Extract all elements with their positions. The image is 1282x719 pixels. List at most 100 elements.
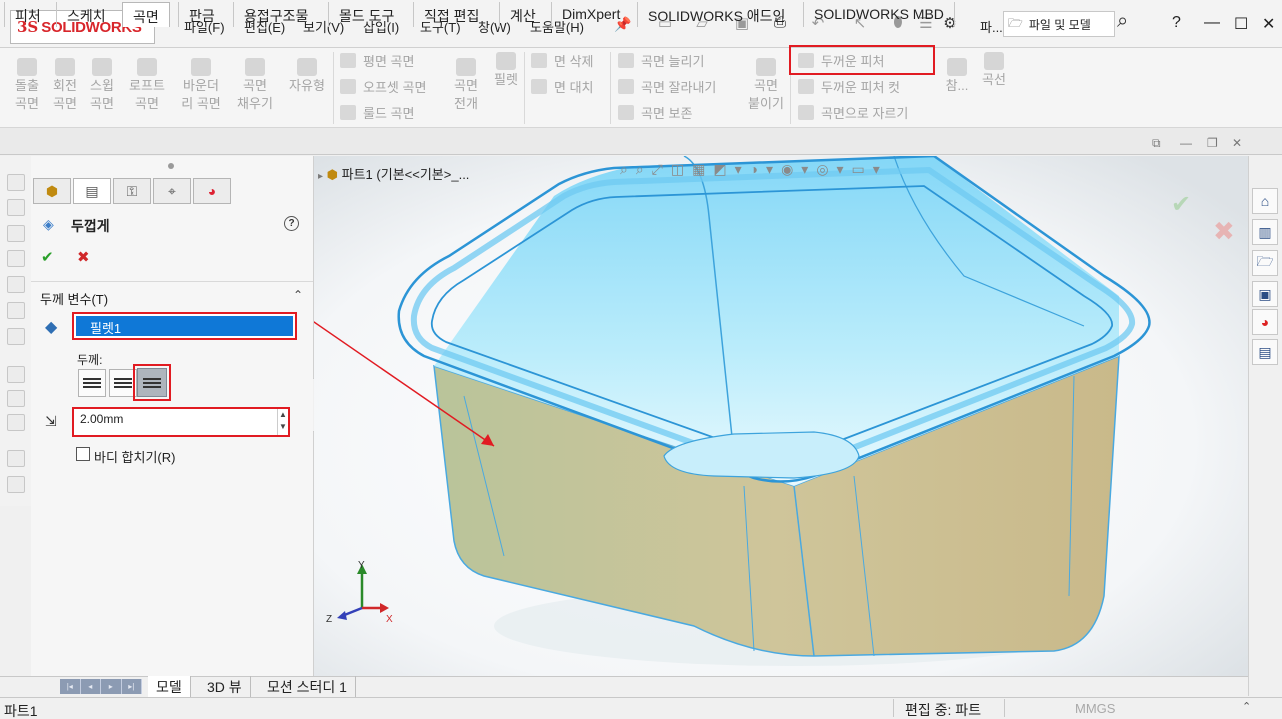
revolved-surface-button[interactable]: 회전 곡면 bbox=[47, 58, 83, 113]
thickness-spinner[interactable]: ▲ ▼ bbox=[277, 409, 288, 435]
first-tab-icon[interactable]: |◂ bbox=[60, 679, 81, 694]
tab-solidworks-mbd[interactable]: SOLIDWORKS MBD bbox=[803, 2, 955, 27]
flatten-surface-button[interactable]: 곡면 전개 bbox=[446, 58, 486, 113]
next-tab-icon[interactable]: ▸ bbox=[101, 679, 122, 694]
custom-properties-icon[interactable]: ▤ bbox=[1252, 339, 1278, 365]
replace-face-button[interactable]: 면 대치 bbox=[531, 75, 594, 97]
tab-motion-study[interactable]: 모션 스터디 1 bbox=[259, 676, 356, 697]
design-library-icon[interactable]: ▥ bbox=[1252, 219, 1278, 245]
trim-surface-button[interactable]: 곡면 잘라내기 bbox=[618, 75, 716, 97]
close-icon[interactable]: ✕ bbox=[1262, 14, 1275, 34]
section-label[interactable]: 두께 변수(T) bbox=[40, 289, 108, 308]
strip-tool-icon[interactable] bbox=[7, 225, 25, 242]
tab-features[interactable]: 피처 bbox=[4, 2, 51, 27]
fillet-button[interactable]: 필렛 bbox=[490, 52, 522, 89]
strip-tool-icon[interactable] bbox=[7, 414, 25, 431]
strip-tool-icon[interactable] bbox=[7, 276, 25, 293]
confirm-ok-icon[interactable]: ✔ bbox=[1171, 190, 1191, 219]
lofted-surface-button[interactable]: 로프트 곡면 bbox=[124, 58, 170, 113]
strip-tool-icon[interactable] bbox=[7, 476, 25, 493]
tab-surfaces[interactable]: 곡면 bbox=[122, 2, 170, 27]
configuration-manager-tab-icon[interactable]: ⚿ bbox=[113, 178, 151, 204]
last-tab-icon[interactable]: ▸| bbox=[122, 679, 142, 694]
units-selector[interactable]: MMGS bbox=[1075, 701, 1115, 716]
thicken-side-1-button[interactable] bbox=[78, 369, 106, 397]
tab-mold-tools[interactable]: 몰드 도구 bbox=[328, 2, 404, 27]
expand-arrow-icon[interactable]: ▸ bbox=[318, 171, 323, 182]
tab-model[interactable]: 모델 bbox=[148, 676, 191, 697]
strip-tool-icon[interactable] bbox=[7, 250, 25, 267]
thicken-button[interactable]: 두꺼운 피처 bbox=[798, 49, 884, 71]
extend-surface-button[interactable]: 곡면 늘리기 bbox=[618, 49, 704, 71]
search-placeholder: 파일 및 모델 bbox=[1028, 17, 1091, 32]
help-menu-button[interactable]: ? bbox=[1172, 14, 1181, 32]
selected-surface[interactable]: 필렛1 bbox=[76, 316, 293, 336]
thickness-input[interactable]: 2.00mm bbox=[72, 407, 290, 437]
heads-up-view-toolbar[interactable]: ⌕⌕⤢◫▦◩▾◑▾◉▾◎▾▭▾ bbox=[620, 161, 888, 178]
offset-surface-button[interactable]: 오프셋 곡면 bbox=[340, 75, 426, 97]
freeform-button[interactable]: 자유형 bbox=[284, 58, 330, 95]
knit-surface-button[interactable]: 곡면 붙이기 bbox=[742, 58, 790, 113]
home-icon[interactable]: ⌂ bbox=[1252, 188, 1278, 214]
panel-grip[interactable] bbox=[168, 163, 174, 169]
ok-button[interactable]: ✔ bbox=[41, 248, 54, 266]
view-palette-icon[interactable]: ▣ bbox=[1252, 281, 1278, 307]
property-manager-tab-icon[interactable]: ▤ bbox=[73, 178, 111, 204]
strip-tool-icon[interactable] bbox=[7, 199, 25, 216]
search-icon[interactable]: ⌕ bbox=[1117, 10, 1128, 33]
swept-surface-button[interactable]: 스윕 곡면 bbox=[84, 58, 120, 113]
boundary-surface-button[interactable]: 바운더 리 곡면 bbox=[176, 58, 226, 113]
maximize-icon[interactable]: ☐ bbox=[1234, 14, 1248, 34]
minimize-icon[interactable]: — bbox=[1204, 14, 1220, 32]
cancel-button[interactable]: ✖ bbox=[77, 248, 90, 266]
tab-weldments[interactable]: 용접구조물 bbox=[233, 2, 318, 27]
curves-button[interactable]: 곡선 bbox=[976, 52, 1012, 89]
strip-tool-icon[interactable] bbox=[7, 174, 25, 191]
cut-with-surface-button[interactable]: 곡면으로 자르기 bbox=[798, 101, 908, 123]
tab-solidworks-addins[interactable]: SOLIDWORKS 애드인 bbox=[637, 2, 795, 27]
tab-evaluate[interactable]: 계산 bbox=[499, 2, 546, 27]
thicken-both-sides-button[interactable] bbox=[137, 368, 167, 397]
restore-pane-icon[interactable]: ⧉ bbox=[1152, 136, 1161, 151]
ruled-surface-button[interactable]: 룰드 곡면 bbox=[340, 101, 414, 123]
filled-surface-button[interactable]: 곡면 채우기 bbox=[232, 58, 278, 113]
strip-tool-icon[interactable] bbox=[7, 390, 25, 407]
tab-sketch[interactable]: 스케치 bbox=[56, 2, 116, 27]
dimxpert-manager-tab-icon[interactable]: ⌖ bbox=[153, 178, 191, 204]
ribbon-separator bbox=[524, 52, 525, 124]
search-field[interactable]: 🗁 파일 및 모델 bbox=[1003, 11, 1115, 37]
surface-selection-box[interactable]: 필렛1 bbox=[72, 312, 297, 340]
prev-tab-icon[interactable]: ◂ bbox=[81, 679, 101, 694]
display-manager-tab-icon[interactable]: ◕ bbox=[193, 178, 231, 204]
status-expand-icon[interactable]: ⌃ bbox=[1242, 700, 1251, 713]
strip-tool-icon[interactable] bbox=[7, 366, 25, 383]
reference-geometry-button[interactable]: 참... bbox=[940, 58, 974, 95]
confirm-cancel-icon[interactable]: ✖ bbox=[1213, 216, 1235, 247]
untrim-surface-button[interactable]: 곡면 보존 bbox=[618, 101, 692, 123]
extruded-surface-button[interactable]: 돌출 곡면 bbox=[8, 58, 46, 113]
collapse-caret-icon[interactable]: ⌃ bbox=[293, 288, 303, 302]
toolbar-file-menu[interactable]: 파... bbox=[980, 17, 1003, 36]
help-icon[interactable]: ? bbox=[284, 216, 299, 231]
ruled-surface-icon bbox=[340, 104, 356, 120]
planar-surface-button[interactable]: 평면 곡면 bbox=[340, 49, 414, 71]
feature-manager-tab-icon[interactable]: ⬢ bbox=[33, 178, 71, 204]
tab-sheet-metal[interactable]: 판금 bbox=[178, 2, 225, 27]
file-explorer-icon[interactable]: 🗁 bbox=[1252, 250, 1278, 276]
strip-tool-icon[interactable] bbox=[7, 450, 25, 467]
strip-tool-icon[interactable] bbox=[7, 302, 25, 319]
merge-bodies-label: 바디 합치기(R) bbox=[94, 450, 176, 465]
appearances-icon[interactable]: ◕ bbox=[1252, 309, 1278, 335]
pane-maximize-icon[interactable]: ❐ bbox=[1207, 136, 1218, 150]
thicken-cut-button[interactable]: 두꺼운 피처 컷 bbox=[798, 75, 900, 97]
tab-scroll-buttons[interactable]: |◂ ◂ ▸ ▸| bbox=[60, 679, 142, 694]
pane-minimize-icon[interactable]: — bbox=[1180, 136, 1192, 150]
tab-3d-views[interactable]: 3D 뷰 bbox=[199, 676, 251, 697]
delete-face-button[interactable]: 면 삭제 bbox=[531, 49, 594, 71]
breadcrumb[interactable]: ▸ ⬢ 파트1 (기본<<기본>_... bbox=[318, 164, 469, 183]
tab-direct-editing[interactable]: 직접 편집 bbox=[413, 2, 489, 27]
strip-tool-icon[interactable] bbox=[7, 328, 25, 345]
tab-dimxpert[interactable]: DimXpert bbox=[551, 2, 630, 27]
pane-close-icon[interactable]: ✕ bbox=[1232, 136, 1242, 150]
merge-bodies-checkbox[interactable] bbox=[76, 447, 90, 461]
